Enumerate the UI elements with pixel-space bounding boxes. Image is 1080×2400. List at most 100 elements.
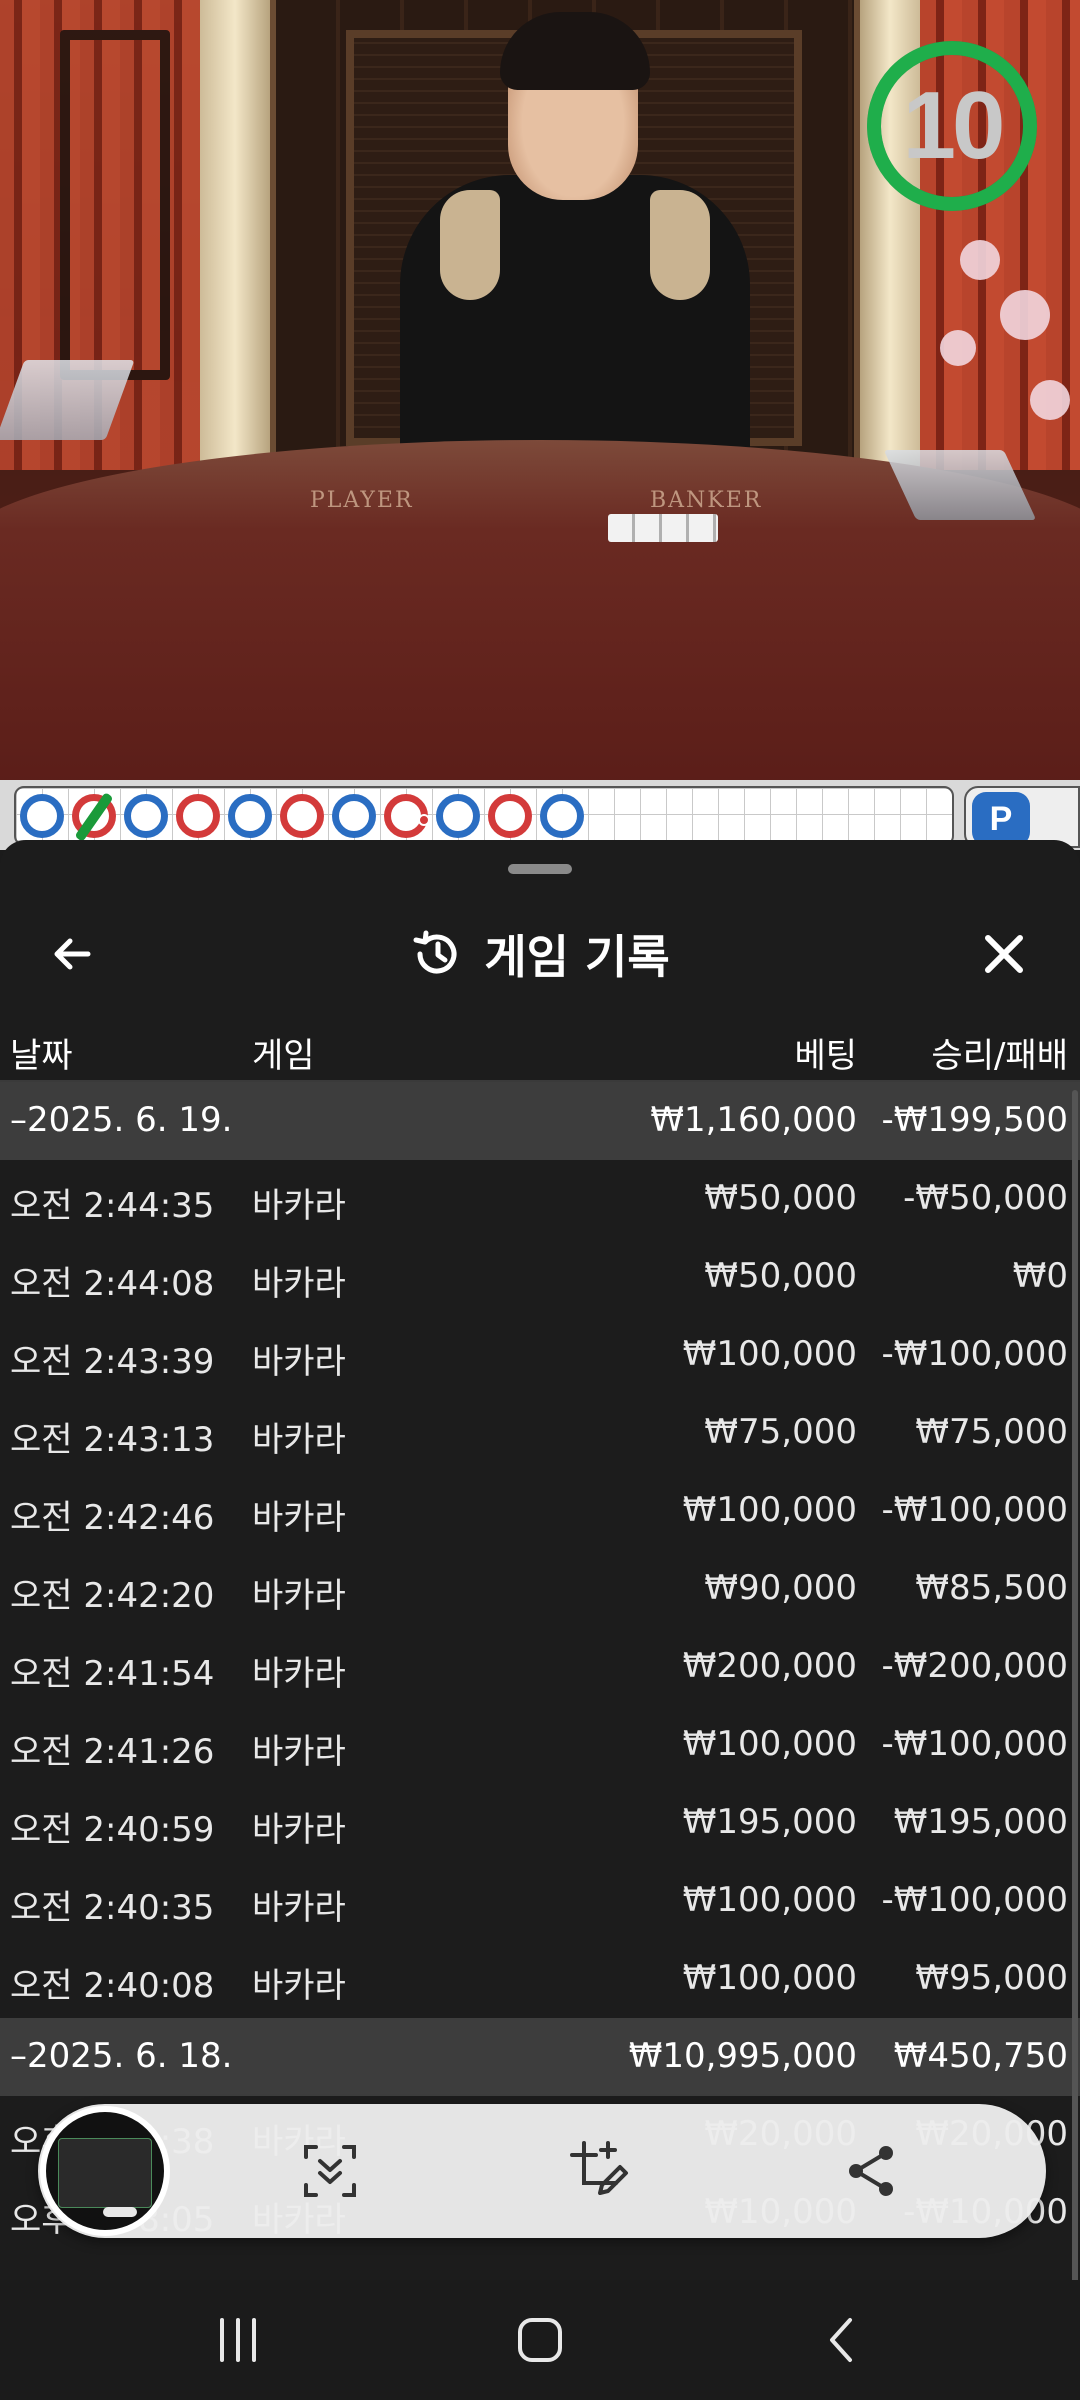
date-label: –2025. 6. 18. (10, 2036, 233, 2076)
dealer-vest (650, 190, 710, 300)
row-game: 바카라 (252, 1654, 346, 1694)
decor-pillar-left (200, 0, 270, 470)
share-button[interactable] (832, 2131, 912, 2211)
back-nav-button[interactable] (792, 2300, 892, 2380)
crop-edit-icon (570, 2141, 628, 2195)
title-group: 게임 기록 (0, 924, 1080, 984)
history-row[interactable]: 오전 2:40:59 바카라 ₩195,000 ₩195,000 (0, 1784, 1080, 1862)
row-time: 오전 2:43:13 (10, 1420, 215, 1460)
row-result: ₩85,500 (915, 1568, 1068, 1608)
player-bead (540, 794, 584, 838)
date-group-row[interactable]: –2025. 6. 18. ₩10,995,000 ₩450,750 (0, 2018, 1080, 2096)
sheet-drag-handle[interactable] (508, 864, 572, 874)
row-bet: ₩100,000 (682, 1958, 857, 1998)
close-button[interactable] (974, 924, 1034, 984)
history-row[interactable]: 오전 2:43:13 바카라 ₩75,000 ₩75,000 (0, 1394, 1080, 1472)
row-game: 바카라 (252, 1810, 346, 1850)
scroll-capture-button[interactable] (290, 2131, 370, 2211)
blossom (1030, 380, 1070, 420)
countdown-timer: 10 (864, 38, 1040, 214)
home-button[interactable] (490, 2300, 590, 2380)
recents-button[interactable] (188, 2300, 288, 2380)
group-total-bet: ₩10,995,000 (628, 2036, 857, 2076)
row-result: -₩50,000 (903, 1178, 1068, 1218)
date-label: –2025. 6. 19. (10, 1100, 233, 1140)
bead-road[interactable] (14, 786, 954, 846)
row-game: 바카라 (252, 1576, 346, 1616)
home-icon (518, 2318, 562, 2362)
row-bet: ₩200,000 (682, 1646, 857, 1686)
date-group-row[interactable]: –2025. 6. 19. ₩1,160,000 -₩199,500 (0, 1082, 1080, 1160)
history-row[interactable]: 오전 2:44:35 바카라 ₩50,000 -₩50,000 (0, 1160, 1080, 1238)
row-game: 바카라 (252, 1732, 346, 1772)
row-bet: ₩50,000 (704, 1256, 857, 1296)
scroll-capture-icon (304, 2145, 356, 2197)
banker-bead (280, 794, 324, 838)
row-time: 오전 2:42:46 (10, 1498, 215, 1538)
thumbnail-preview (58, 2138, 152, 2217)
row-bet: ₩100,000 (682, 1724, 857, 1764)
col-game: 게임 (252, 1036, 315, 1076)
history-icon (413, 930, 457, 974)
row-game: 바카라 (252, 1420, 346, 1460)
banker-bead (176, 794, 220, 838)
row-time: 오전 2:44:08 (10, 1264, 215, 1304)
row-time: 오전 2:43:39 (10, 1342, 215, 1382)
group-total-result: -₩199,500 (881, 1100, 1069, 1140)
sheet-header: 게임 기록 (0, 880, 1080, 1010)
row-result: -₩100,000 (881, 1880, 1069, 1920)
live-video[interactable]: PLAYER BANKER 10 (0, 0, 1080, 780)
history-row[interactable]: 오전 2:44:08 바카라 ₩50,000 ₩0 (0, 1238, 1080, 1316)
screenshot-thumbnail[interactable] (40, 2106, 170, 2236)
pair-dot-mark (418, 814, 430, 826)
player-bead (436, 794, 480, 838)
row-bet: ₩50,000 (704, 1178, 857, 1218)
row-time: 오전 2:40:59 (10, 1810, 215, 1850)
row-result: ₩0 (1012, 1256, 1068, 1296)
row-result: -₩200,000 (881, 1646, 1069, 1686)
history-row[interactable]: 오전 2:41:54 바카라 ₩200,000 -₩200,000 (0, 1628, 1080, 1706)
row-time: 오전 2:41:54 (10, 1654, 215, 1694)
timer-value: 10 (902, 72, 1006, 179)
row-game: 바카라 (252, 1264, 346, 1304)
edit-screenshot-button[interactable] (560, 2131, 640, 2211)
row-bet: ₩100,000 (682, 1490, 857, 1530)
player-bead (20, 794, 64, 838)
row-game: 바카라 (252, 1498, 346, 1538)
history-row[interactable]: 오전 2:41:26 바카라 ₩100,000 -₩100,000 (0, 1706, 1080, 1784)
row-bet: ₩195,000 (682, 1802, 857, 1842)
player-bead (332, 794, 376, 838)
row-time: 오전 2:40:08 (10, 1966, 215, 2006)
history-row[interactable]: 오전 2:40:08 바카라 ₩100,000 ₩95,000 (0, 1940, 1080, 2018)
thumbnail-preview-button (103, 2207, 137, 2217)
row-bet: ₩100,000 (682, 1880, 857, 1920)
player-bead (124, 794, 168, 838)
row-bet: ₩75,000 (704, 1412, 857, 1452)
column-headers: 날짜 게임 베팅 승리/패배 (0, 1016, 1080, 1080)
row-time: 오전 2:44:35 (10, 1186, 215, 1226)
table-print-player: PLAYER (310, 488, 414, 513)
row-result: ₩75,000 (915, 1412, 1068, 1452)
row-game: 바카라 (252, 1888, 346, 1928)
row-result: -₩100,000 (881, 1334, 1069, 1374)
row-game: 바카라 (252, 1186, 346, 1226)
roadmap-prediction[interactable]: P (964, 786, 1080, 848)
row-time: 오전 2:42:20 (10, 1576, 215, 1616)
system-nav-bar (0, 2280, 1080, 2400)
group-total-result: ₩450,750 (893, 2036, 1068, 2076)
row-game: 바카라 (252, 1342, 346, 1382)
nav-back-icon (830, 2318, 852, 2362)
scrollbar[interactable] (1072, 1090, 1078, 2290)
dealer-vest (440, 190, 500, 300)
history-row[interactable]: 오전 2:42:20 바카라 ₩90,000 ₩85,500 (0, 1550, 1080, 1628)
history-row[interactable]: 오전 2:40:35 바카라 ₩100,000 -₩100,000 (0, 1862, 1080, 1940)
screen: PLAYER BANKER 10 P 게임 기록 날짜 게임 베팅 승리/패배 … (0, 0, 1080, 2400)
blossom (940, 330, 976, 366)
col-result: 승리/패배 (931, 1036, 1068, 1076)
row-time: 오전 2:41:26 (10, 1732, 215, 1772)
banker-bead (488, 794, 532, 838)
history-row[interactable]: 오전 2:42:46 바카라 ₩100,000 -₩100,000 (0, 1472, 1080, 1550)
player-bead (228, 794, 272, 838)
row-result: ₩195,000 (893, 1802, 1068, 1842)
history-row[interactable]: 오전 2:43:39 바카라 ₩100,000 -₩100,000 (0, 1316, 1080, 1394)
